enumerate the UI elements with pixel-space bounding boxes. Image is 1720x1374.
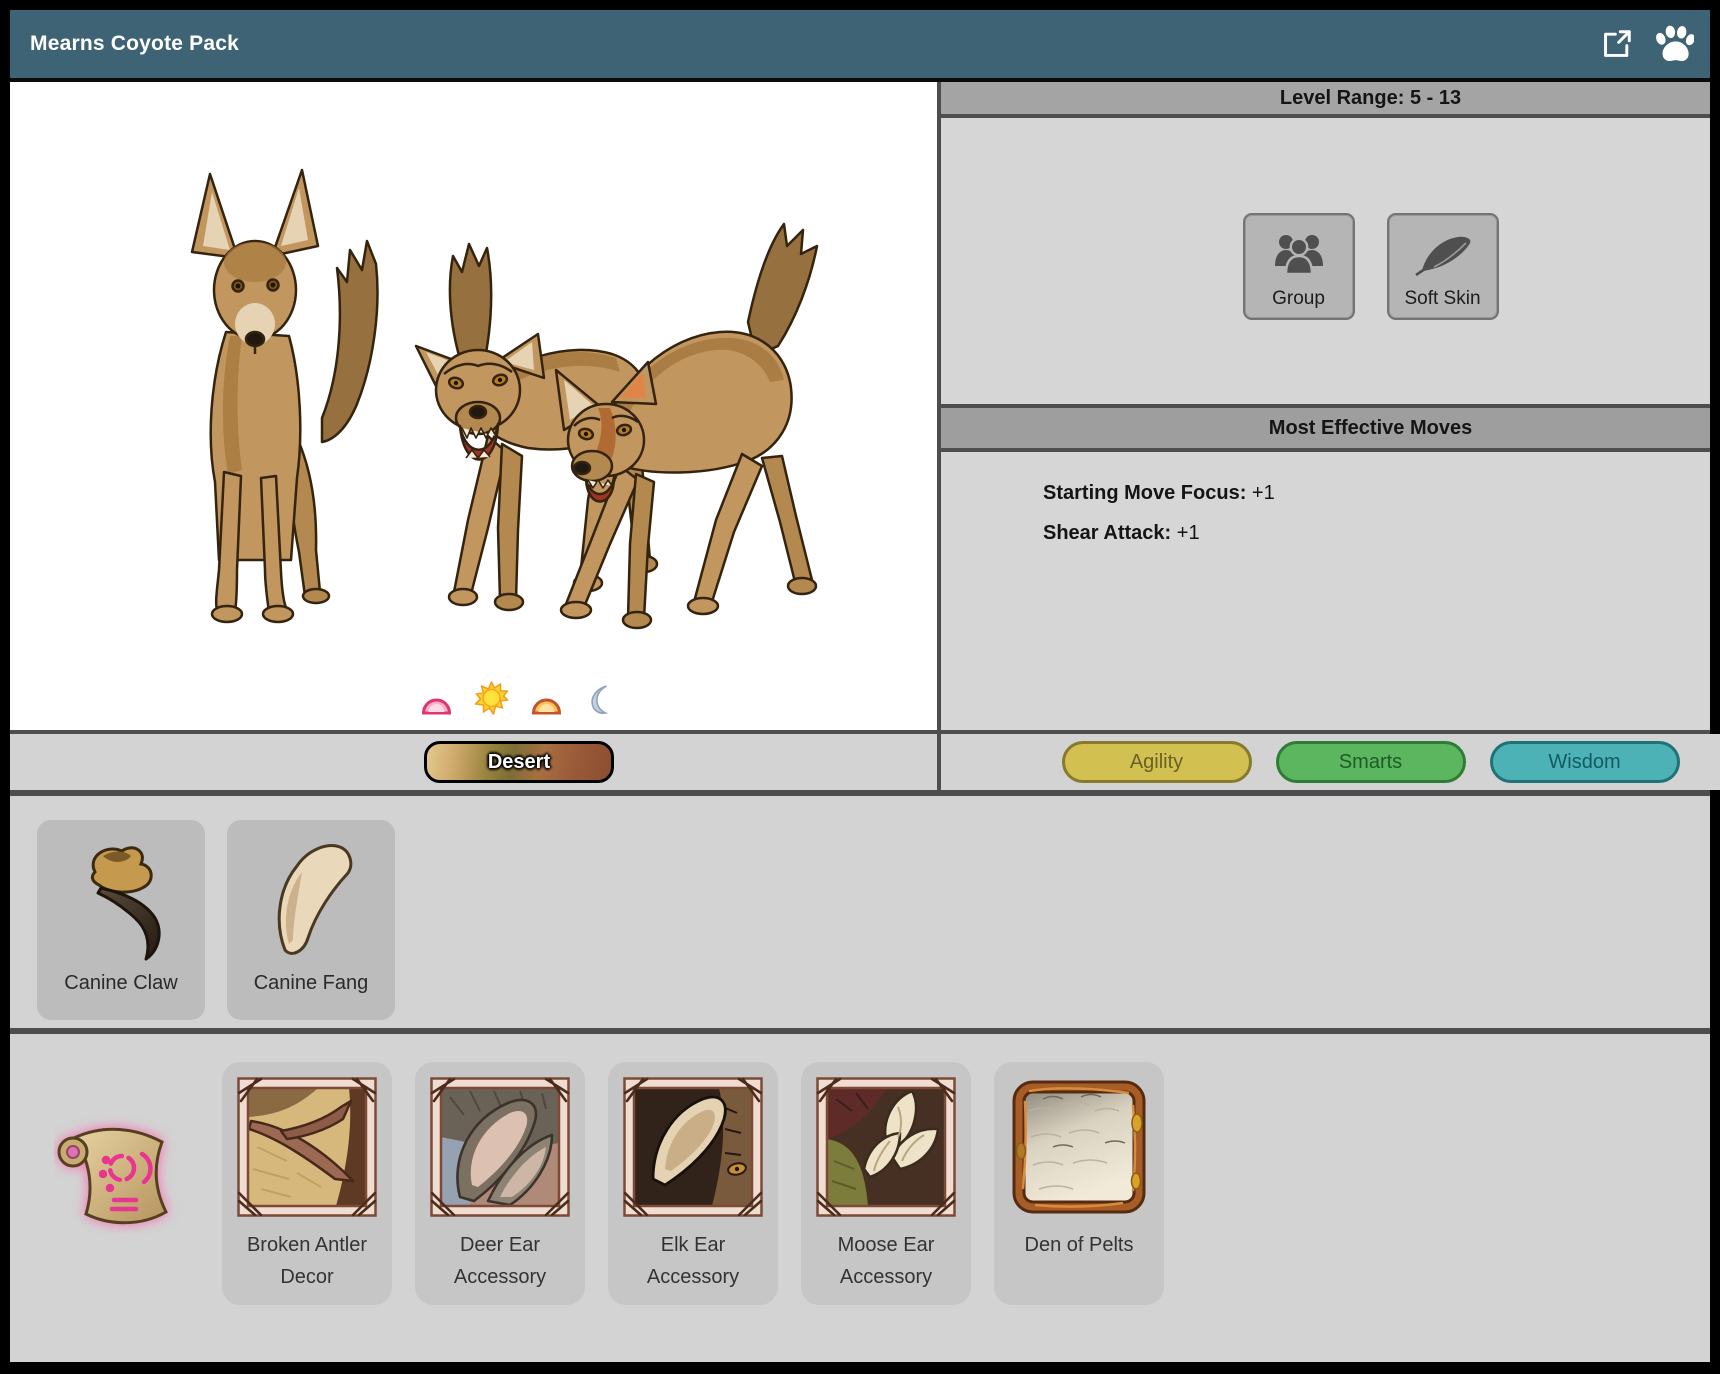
recipe-card-den-of-pelts[interactable]: Den of Pelts: [994, 1062, 1164, 1305]
stat-pill-smarts[interactable]: Smarts: [1276, 741, 1466, 783]
drop-label: Canine Fang: [254, 972, 369, 995]
trait-group-button[interactable]: Group: [1243, 213, 1355, 320]
stat-pill-wisdom[interactable]: Wisdom: [1490, 741, 1680, 783]
habitat-desert-button[interactable]: Desert: [424, 741, 614, 783]
night-icon: [584, 681, 618, 715]
move-item: Starting Move Focus: +1: [1043, 482, 1684, 505]
den-of-pelts-thumb: [1009, 1077, 1149, 1222]
trait-soft-skin-button[interactable]: Soft Skin: [1387, 213, 1499, 320]
recipes-section: Broken Antler Decor: [10, 1034, 1710, 1362]
recipe-label: Elk Ear Accessory: [608, 1222, 778, 1293]
recipe-label: Moose Ear Accessory: [801, 1222, 971, 1293]
most-effective-moves-header: Most Effective Moves: [941, 404, 1710, 452]
creature-window: Mearns Coyote Pack: [10, 10, 1710, 1362]
group-icon: [1273, 228, 1325, 280]
deer-ear-accessory-thumb: [430, 1077, 570, 1222]
trait-buttons-row: Group Soft Skin: [986, 118, 1720, 404]
recipe-label: Den of Pelts: [1019, 1222, 1140, 1261]
canine-claw-icon: [65, 832, 177, 970]
recipe-label: Deer Ear Accessory: [415, 1222, 585, 1293]
external-link-icon[interactable]: [1596, 23, 1638, 65]
level-range-header: Level Range: 5 - 13: [941, 82, 1710, 118]
page-title: Mearns Coyote Pack: [30, 32, 239, 56]
drop-label: Canine Claw: [64, 972, 177, 995]
recipe-label: Broken Antler Decor: [222, 1222, 392, 1293]
recipe-card-broken-antler-decor[interactable]: Broken Antler Decor: [222, 1062, 392, 1305]
recipe-scroll-icon[interactable]: [54, 1116, 182, 1239]
drop-card-canine-claw[interactable]: Canine Claw: [37, 820, 205, 1020]
title-bar: Mearns Coyote Pack: [10, 10, 1710, 82]
sunrise-icon: [419, 681, 453, 715]
elk-ear-accessory-thumb: [623, 1077, 763, 1222]
paw-icon[interactable]: [1652, 23, 1694, 65]
sunset-icon: [529, 681, 563, 715]
move-item: Shear Attack: +1: [1043, 522, 1684, 545]
stat-pills-row: Agility Smarts Wisdom: [986, 734, 1720, 790]
trait-label: Soft Skin: [1404, 288, 1480, 310]
feather-icon: [1412, 228, 1474, 280]
broken-antler-decor-thumb: [237, 1077, 377, 1222]
canine-fang-icon: [255, 832, 367, 970]
moose-ear-accessory-thumb: [816, 1077, 956, 1222]
recipe-card-elk-ear-accessory[interactable]: Elk Ear Accessory: [608, 1062, 778, 1305]
creature-stats-panel: Level Range: 5 - 13 Group: [941, 82, 1710, 730]
drops-section: Canine Claw Canine Fang: [10, 796, 1710, 1034]
drop-card-canine-fang[interactable]: Canine Fang: [227, 820, 395, 1020]
trait-label: Group: [1272, 288, 1325, 310]
recipe-card-moose-ear-accessory[interactable]: Moose Ear Accessory: [801, 1062, 971, 1305]
habitat-bar: Desert: [10, 734, 941, 790]
recipe-cards-row: Broken Antler Decor: [222, 1034, 1164, 1305]
coyote-pack-illustration: [150, 140, 820, 645]
active-times-row: [419, 680, 618, 716]
recipe-card-deer-ear-accessory[interactable]: Deer Ear Accessory: [415, 1062, 585, 1305]
day-icon: [474, 681, 508, 715]
stat-pill-agility[interactable]: Agility: [1062, 741, 1252, 783]
moves-list: Starting Move Focus: +1 Shear Attack: +1: [941, 452, 1710, 730]
creature-illustration-panel: [10, 82, 941, 730]
